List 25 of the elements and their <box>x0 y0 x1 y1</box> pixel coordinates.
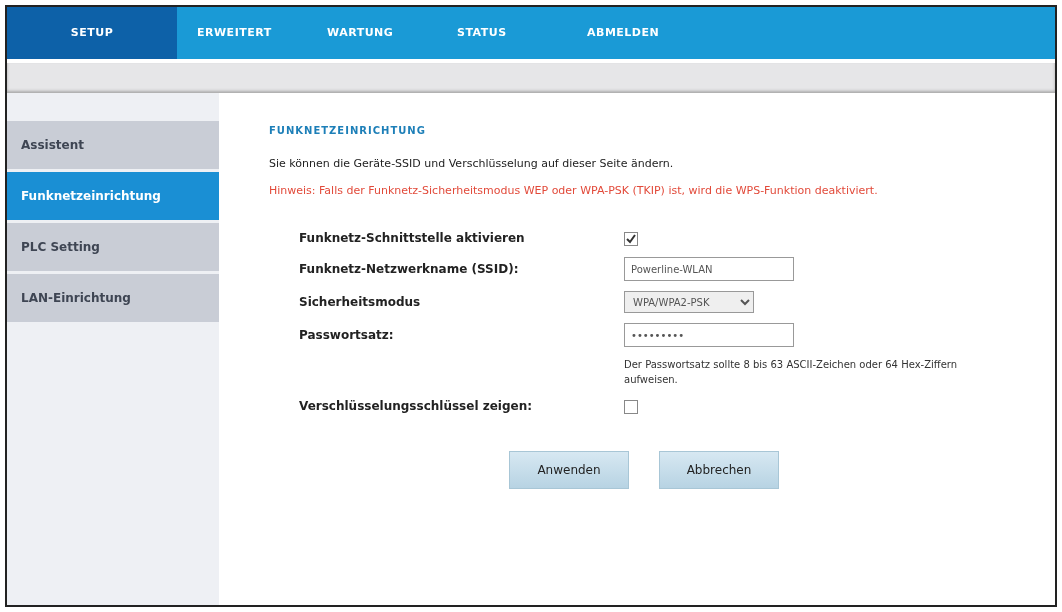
hint-text: Der Passwortsatz sollte 8 bis 63 ASCII-Zeichen oder 64 Hex-Ziffern aufweisen. <box>624 358 959 387</box>
warning-text: Hinweis: Falls der Funknetz-Sicherheitsmodus WEP oder WPA-PSK (TKIP) ist, wird die WPS-Funktion deaktiviert. <box>269 182 879 199</box>
nav-tab[interactable]: WARTUNG <box>307 7 437 59</box>
nav-tab[interactable]: ABMELDEN <box>567 7 697 59</box>
checkbox[interactable] <box>624 231 638 246</box>
checkbox[interactable] <box>624 399 638 414</box>
sidebar-item[interactable]: LAN-Einrichtung <box>7 274 219 322</box>
field-label: Passwortsatz: <box>299 327 395 344</box>
form-button[interactable]: Abbrechen <box>659 451 779 489</box>
field-label: Funknetz-Netzwerkname (SSID): <box>299 261 520 278</box>
sidebar-item[interactable]: Funknetzeinrichtung <box>7 172 219 220</box>
nav-tab[interactable]: SETUP <box>7 7 177 59</box>
field-label: Verschlüsselungsschlüssel zeigen: <box>299 398 533 415</box>
security-mode-select[interactable]: WPA/WPA2-PSK <box>624 291 754 313</box>
input-field[interactable]: Powerline-WLAN <box>624 257 794 281</box>
nav-tab[interactable]: STATUS <box>437 7 567 59</box>
sidebar-item[interactable]: Assistent <box>7 121 219 169</box>
form-button[interactable]: Anwenden <box>509 451 629 489</box>
sidebar-item[interactable]: PLC Setting <box>7 223 219 271</box>
input-field[interactable]: ••••••••• <box>624 323 794 347</box>
field-label: Sicherheitsmodus <box>299 294 422 311</box>
field-label: Funknetz-Schnittstelle aktivieren <box>299 230 526 247</box>
intro-text: Sie können die Geräte-SSID und Verschlüsselung auf dieser Seite ändern. <box>269 156 675 172</box>
nav-tab[interactable]: ERWEITERT <box>177 7 307 59</box>
section-title: FUNKNETZEINRICHTUNG <box>269 124 427 138</box>
